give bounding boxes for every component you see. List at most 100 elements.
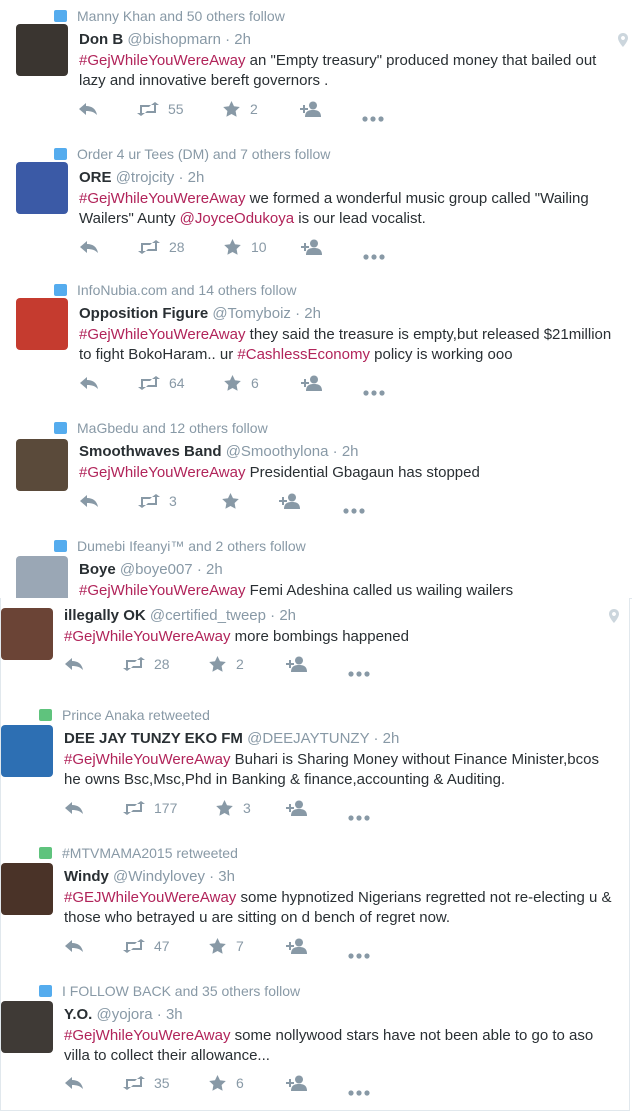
location-pin-icon[interactable]: [609, 609, 619, 623]
timestamp[interactable]: · 3h: [157, 1006, 183, 1023]
favorite-button[interactable]: 6: [224, 375, 259, 394]
hashtag-link[interactable]: #CashlessEconomy: [237, 346, 370, 363]
timestamp[interactable]: · 2h: [373, 730, 399, 747]
avatar[interactable]: [1, 863, 53, 915]
user-handle[interactable]: @Tomyboiz: [212, 305, 291, 322]
user-name[interactable]: DEE JAY TUNZY EKO FM: [64, 730, 243, 747]
avatar[interactable]: [16, 298, 68, 350]
user-handle[interactable]: @bishopmarn: [127, 31, 221, 48]
avatar[interactable]: [1, 725, 53, 777]
tweet[interactable]: illegally OK @certified_tweep · 2h #GejWh…: [0, 598, 630, 691]
favorite-button[interactable]: [222, 493, 249, 512]
tweet-context[interactable]: Dumebi Ifeanyi™ and 2 others follow: [54, 538, 306, 554]
user-handle[interactable]: @certified_tweep: [150, 607, 266, 624]
user-name[interactable]: illegally OK: [64, 607, 146, 624]
reply-button[interactable]: [64, 656, 84, 674]
reply-button[interactable]: [79, 375, 99, 393]
follow-button[interactable]: [301, 375, 323, 394]
tweet-context[interactable]: Manny Khan and 50 others follow: [54, 8, 285, 24]
retweet-button[interactable]: 28: [122, 656, 170, 674]
reply-button[interactable]: [64, 938, 84, 956]
tweet[interactable]: Manny Khan and 50 others follow Don B @bi…: [0, 0, 632, 128]
more-button[interactable]: [348, 807, 370, 824]
follow-button[interactable]: [286, 938, 308, 957]
follow-button[interactable]: [286, 800, 308, 819]
follow-button[interactable]: [301, 239, 323, 258]
timestamp[interactable]: · 2h: [270, 607, 296, 624]
tweet[interactable]: MaGbedu and 12 others follow Smoothwaves …: [0, 403, 632, 522]
reply-button[interactable]: [64, 800, 84, 818]
tweet-context[interactable]: I FOLLOW BACK and 35 others follow: [39, 983, 300, 999]
more-button[interactable]: [348, 1082, 370, 1099]
tweet-context[interactable]: Prince Anaka retweeted: [39, 707, 210, 723]
retweet-button[interactable]: 3: [137, 493, 177, 511]
more-button[interactable]: [348, 663, 370, 680]
user-handle[interactable]: @Smoothylona: [226, 443, 329, 460]
hashtag-link[interactable]: #GejWhileYouWereAway: [79, 326, 245, 343]
user-name[interactable]: ORE: [79, 169, 112, 186]
retweet-button[interactable]: 64: [137, 375, 185, 393]
tweet[interactable]: Prince Anaka retweeted DEE JAY TUNZY EKO …: [0, 690, 630, 829]
tweet[interactable]: #MTVMAMA2015 retweeted Windy @Windylovey …: [0, 828, 630, 967]
hashtag-link[interactable]: #GejWhileYouWereAway: [64, 1027, 230, 1044]
more-button[interactable]: [363, 246, 385, 263]
avatar[interactable]: [16, 162, 68, 214]
user-name[interactable]: Y.O.: [64, 1006, 92, 1023]
tweet[interactable]: InfoNubia.com and 14 others follow Opposi…: [0, 265, 632, 404]
hashtag-link[interactable]: #GejWhileYouWereAway: [79, 190, 245, 207]
retweet-button[interactable]: 177: [122, 800, 177, 818]
more-button[interactable]: [343, 500, 365, 517]
follow-button[interactable]: [286, 656, 308, 675]
follow-button[interactable]: [300, 101, 322, 120]
retweet-button[interactable]: 35: [122, 1075, 170, 1093]
retweet-button[interactable]: 28: [137, 239, 185, 257]
reply-button[interactable]: [79, 493, 99, 511]
tweet-context[interactable]: Order 4 ur Tees (DM) and 7 others follow: [54, 146, 330, 162]
favorite-button[interactable]: 7: [209, 938, 244, 957]
hashtag-link[interactable]: #GejWhileYouWereAway: [64, 751, 230, 768]
mention-link[interactable]: @JoyceOdukoya: [180, 210, 294, 227]
user-handle[interactable]: @DEEJAYTUNZY: [247, 730, 369, 747]
more-button[interactable]: [348, 945, 370, 962]
timestamp[interactable]: · 3h: [209, 868, 235, 885]
favorite-button[interactable]: 2: [223, 101, 258, 120]
hashtag-link[interactable]: #GejWhileYouWereAway: [79, 52, 245, 69]
favorite-button[interactable]: 10: [224, 239, 267, 258]
timestamp[interactable]: · 2h: [197, 561, 223, 578]
user-handle[interactable]: @trojcity: [116, 169, 175, 186]
tweet-context[interactable]: InfoNubia.com and 14 others follow: [54, 282, 296, 298]
avatar[interactable]: [1, 608, 53, 660]
avatar[interactable]: [16, 439, 68, 491]
more-button[interactable]: [363, 382, 385, 399]
hashtag-link[interactable]: #GejWhileYouWereAway: [79, 464, 245, 481]
hashtag-link[interactable]: #GejWhileYouWereAway: [79, 582, 245, 599]
hashtag-link[interactable]: #GEJWhileYouWereAway: [64, 889, 236, 906]
favorite-button[interactable]: 2: [209, 656, 244, 675]
tweet[interactable]: I FOLLOW BACK and 35 others follow Y.O. @…: [0, 966, 630, 1111]
user-name[interactable]: Smoothwaves Band: [79, 443, 222, 460]
tweet-context[interactable]: #MTVMAMA2015 retweeted: [39, 845, 238, 861]
favorite-button[interactable]: 6: [209, 1075, 244, 1094]
favorite-button[interactable]: 3: [216, 800, 251, 819]
timestamp[interactable]: · 2h: [333, 443, 359, 460]
user-name[interactable]: Boye: [79, 561, 116, 578]
follow-button[interactable]: [286, 1075, 308, 1094]
timestamp[interactable]: · 2h: [178, 169, 204, 186]
tweet[interactable]: Order 4 ur Tees (DM) and 7 others follow…: [0, 127, 632, 266]
reply-button[interactable]: [64, 1075, 84, 1093]
user-name[interactable]: Don B: [79, 31, 123, 48]
user-handle[interactable]: @yojora: [97, 1006, 153, 1023]
reply-button[interactable]: [78, 101, 98, 119]
follow-button[interactable]: [279, 493, 301, 512]
user-handle[interactable]: @boye007: [120, 561, 193, 578]
timestamp[interactable]: · 2h: [295, 305, 321, 322]
avatar[interactable]: [16, 24, 68, 76]
avatar[interactable]: [1, 1001, 53, 1053]
user-name[interactable]: Opposition Figure: [79, 305, 208, 322]
hashtag-link[interactable]: #GejWhileYouWereAway: [64, 628, 230, 645]
retweet-button[interactable]: 47: [122, 938, 170, 956]
tweet[interactable]: Dumebi Ifeanyi™ and 2 others follow Boye …: [0, 521, 632, 608]
more-button[interactable]: [362, 108, 384, 125]
reply-button[interactable]: [79, 239, 99, 257]
location-pin-icon[interactable]: [618, 33, 628, 47]
